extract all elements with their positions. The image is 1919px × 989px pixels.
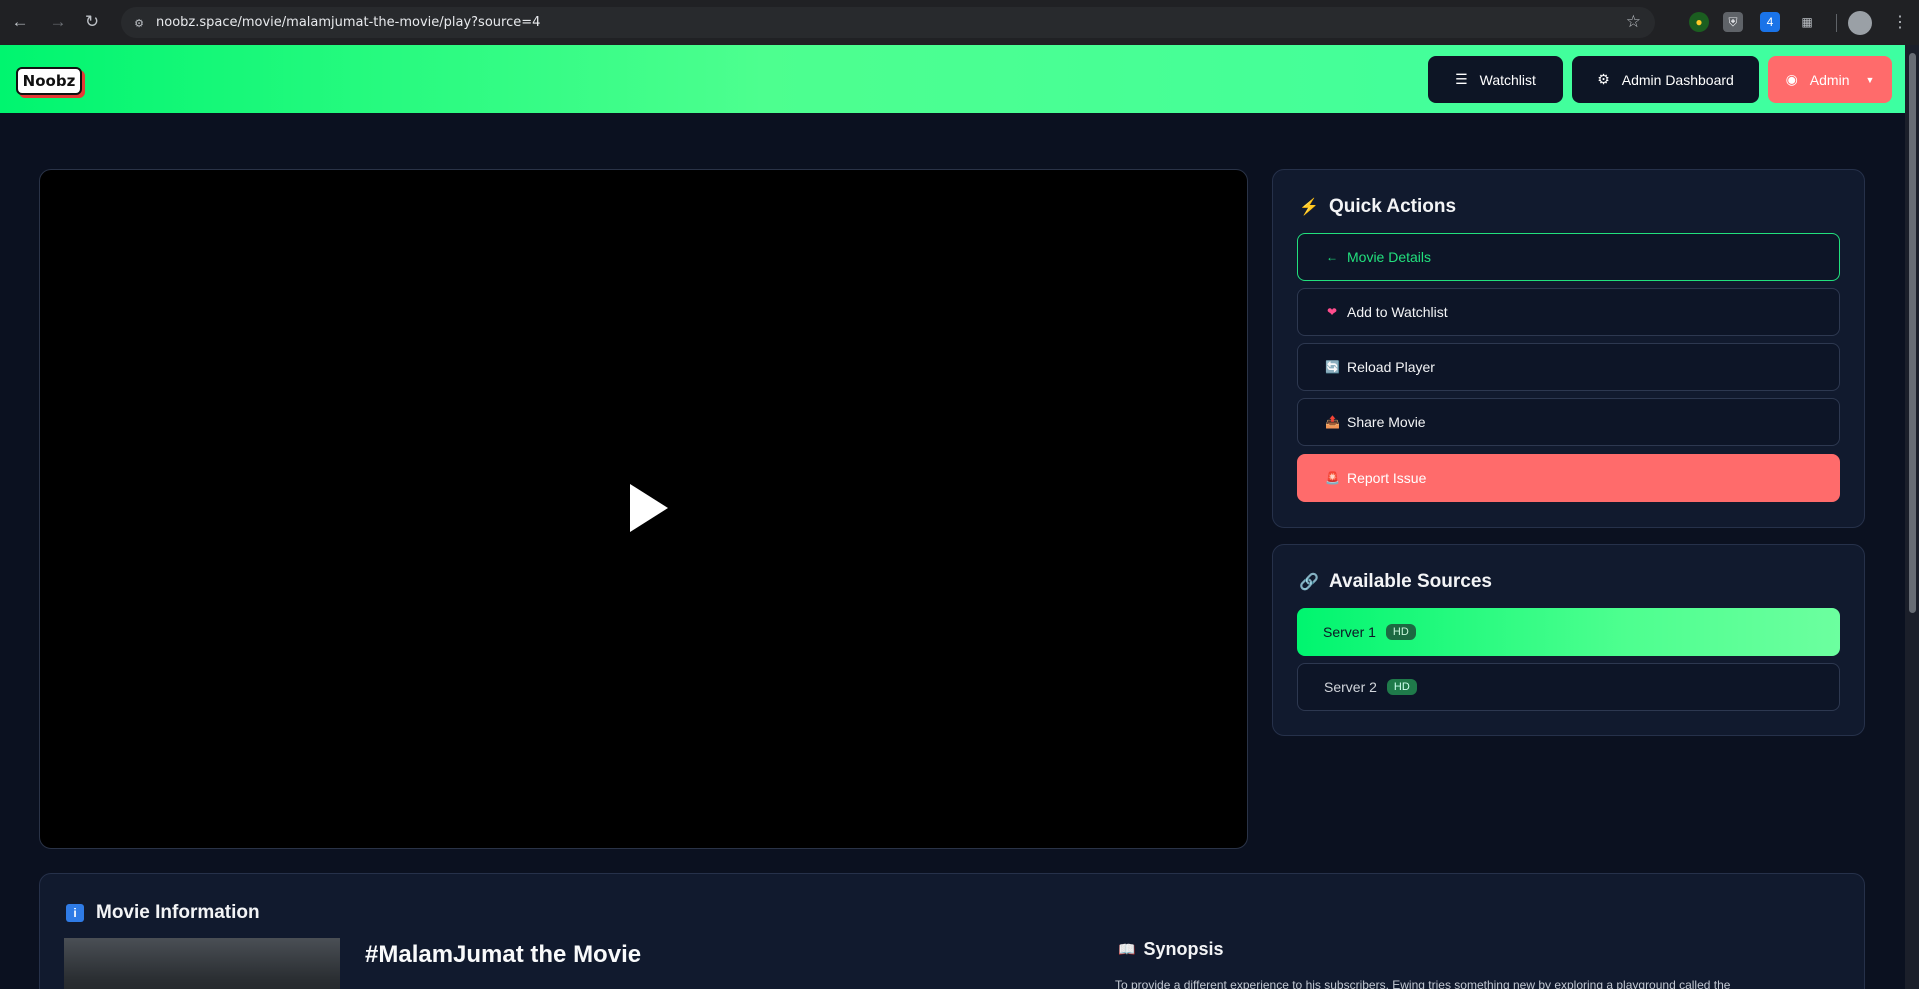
report-issue-button[interactable]: 🚨 Report Issue bbox=[1297, 454, 1840, 502]
chevron-down-icon: ▼ bbox=[1865, 74, 1875, 85]
heart-icon: ❤ bbox=[1326, 305, 1338, 319]
share-movie-label: Share Movie bbox=[1347, 414, 1426, 430]
watchlist-label: Watchlist bbox=[1479, 71, 1536, 88]
admin-dashboard-label: Admin Dashboard bbox=[1621, 71, 1734, 88]
movie-information-panel: i Movie Information #MalamJumat the Movi… bbox=[39, 873, 1865, 989]
site-header: Noobz ☰ Watchlist ⚙ Admin Dashboard ◉ Ad… bbox=[0, 45, 1905, 113]
movie-poster bbox=[64, 938, 340, 989]
back-arrow-icon[interactable]: ← bbox=[9, 11, 31, 33]
address-bar[interactable]: ⚙ noobz.space/movie/malamjumat-the-movie… bbox=[121, 7, 1655, 38]
watchlist-button[interactable]: ☰ Watchlist bbox=[1428, 56, 1563, 103]
source-label: Server 1 bbox=[1323, 624, 1376, 640]
available-sources-title: 🔗 Available Sources bbox=[1299, 571, 1492, 593]
play-icon[interactable] bbox=[630, 484, 668, 532]
admin-dashboard-button[interactable]: ⚙ Admin Dashboard bbox=[1572, 56, 1759, 103]
movie-information-title: i Movie Information bbox=[66, 902, 260, 924]
source-server-1[interactable]: Server 1 HD bbox=[1297, 608, 1840, 656]
profile-avatar[interactable] bbox=[1848, 11, 1872, 35]
movie-details-button[interactable]: ← Movie Details bbox=[1297, 233, 1840, 281]
admin-user-menu[interactable]: ◉ Admin ▼ bbox=[1768, 56, 1892, 103]
forward-arrow-icon[interactable]: → bbox=[47, 11, 69, 33]
synopsis-heading: Synopsis bbox=[1143, 939, 1224, 959]
share-movie-button[interactable]: 📤 Share Movie bbox=[1297, 398, 1840, 446]
movie-details-label: Movie Details bbox=[1347, 249, 1432, 265]
quick-actions-panel: ⚡ Quick Actions ← Movie Details ❤ Add to… bbox=[1272, 169, 1865, 528]
browser-toolbar: ← → ↻ ⚙ noobz.space/movie/malamjumat-the… bbox=[0, 0, 1919, 45]
back-arrow-icon: ← bbox=[1326, 250, 1338, 264]
toolbar-divider bbox=[1836, 14, 1837, 32]
synopsis-text: To provide a different experience to his… bbox=[1115, 978, 1731, 989]
quick-actions-title: ⚡ Quick Actions bbox=[1299, 196, 1456, 218]
movie-information-heading: Movie Information bbox=[96, 902, 260, 923]
shield-extension-icon[interactable]: ⛨ bbox=[1723, 12, 1743, 32]
site-settings-icon[interactable]: ⚙ bbox=[129, 13, 149, 33]
site-logo[interactable]: Noobz bbox=[16, 67, 82, 95]
share-icon: 📤 bbox=[1325, 415, 1340, 429]
extension-icon[interactable]: ● bbox=[1689, 12, 1709, 32]
available-sources-heading: Available Sources bbox=[1329, 571, 1492, 592]
lightning-bolt-icon: ⚡ bbox=[1299, 199, 1319, 216]
url-text[interactable]: noobz.space/movie/malamjumat-the-movie/p… bbox=[156, 15, 540, 30]
list-icon: ☰ bbox=[1455, 71, 1468, 87]
book-icon: 📖 bbox=[1118, 941, 1136, 957]
movie-title: #MalamJumat the Movie bbox=[365, 941, 642, 968]
page-scrollbar[interactable] bbox=[1905, 45, 1919, 989]
quality-badge: HD bbox=[1385, 624, 1416, 640]
reload-icon[interactable]: ↻ bbox=[81, 11, 103, 33]
quick-actions-heading: Quick Actions bbox=[1329, 196, 1457, 217]
synopsis-title: 📖 Synopsis bbox=[1118, 939, 1223, 960]
add-to-watchlist-label: Add to Watchlist bbox=[1347, 304, 1448, 320]
available-sources-panel: 🔗 Available Sources Server 1 HD Server 2… bbox=[1272, 544, 1865, 736]
source-server-2[interactable]: Server 2 HD bbox=[1297, 663, 1840, 711]
link-icon: 🔗 bbox=[1299, 574, 1319, 591]
gear-icon: ⚙ bbox=[1597, 71, 1610, 87]
reload-player-label: Reload Player bbox=[1347, 359, 1435, 375]
extensions-puzzle-icon[interactable]: ▦ bbox=[1797, 12, 1817, 32]
siren-icon: 🚨 bbox=[1325, 471, 1340, 485]
add-to-watchlist-button[interactable]: ❤ Add to Watchlist bbox=[1297, 288, 1840, 336]
source-label: Server 2 bbox=[1324, 679, 1377, 695]
info-icon: i bbox=[66, 904, 84, 922]
user-circle-icon: ◉ bbox=[1785, 71, 1798, 87]
admin-menu-label: Admin bbox=[1809, 71, 1850, 88]
scrollbar-thumb[interactable] bbox=[1909, 53, 1916, 613]
browser-menu-icon[interactable]: ⋮ bbox=[1892, 12, 1908, 32]
reload-player-button[interactable]: 🔄 Reload Player bbox=[1297, 343, 1840, 391]
reload-icon: 🔄 bbox=[1325, 360, 1340, 374]
report-issue-label: Report Issue bbox=[1347, 470, 1427, 486]
quality-badge: HD bbox=[1386, 679, 1417, 695]
bitwarden-extension-icon[interactable]: 4 bbox=[1760, 12, 1780, 32]
bookmark-star-icon[interactable]: ☆ bbox=[1626, 12, 1641, 32]
